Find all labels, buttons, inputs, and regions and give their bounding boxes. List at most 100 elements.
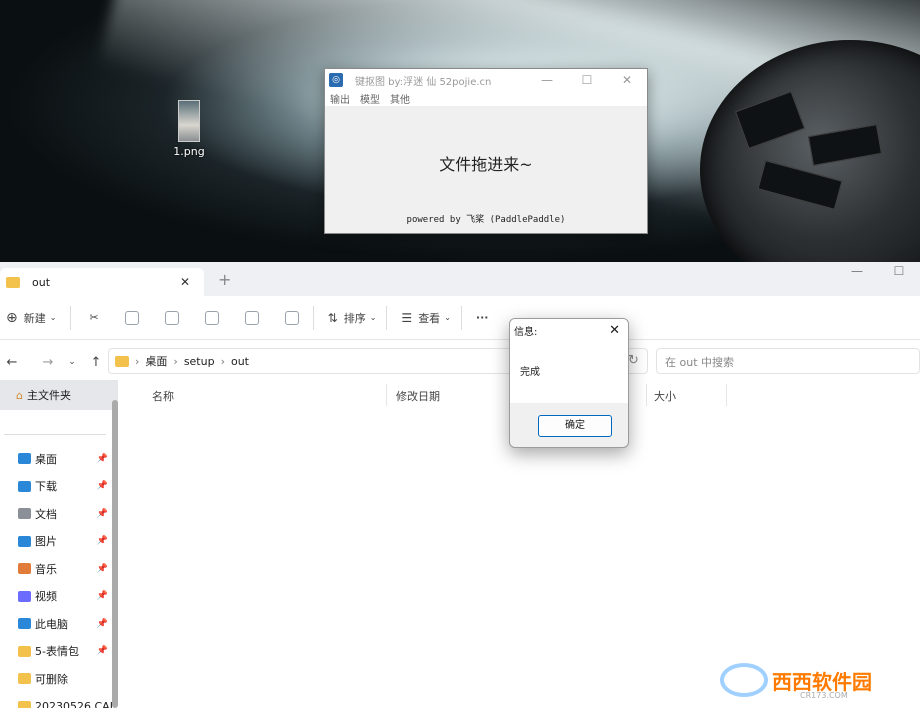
pin-icon[interactable]: 📌 bbox=[97, 481, 108, 491]
column-name[interactable]: 名称 bbox=[152, 388, 174, 404]
folder-icon bbox=[6, 276, 20, 288]
chevron-right-icon: › bbox=[135, 354, 140, 368]
view-label: 查看 bbox=[418, 311, 441, 325]
document-icon bbox=[18, 508, 31, 520]
close-icon[interactable]: ✕ bbox=[607, 73, 647, 87]
sidebar-item-label: 视频 bbox=[35, 590, 57, 604]
cutout-app-window[interactable]: ◎ 键抠图 by:浮迷 仙 52pojie.cn — ☐ ✕ 输出 模型 其他 … bbox=[324, 68, 648, 234]
breadcrumb-desktop[interactable]: 桌面 bbox=[145, 353, 167, 369]
sidebar-item-label: 桌面 bbox=[35, 452, 57, 466]
sidebar-item[interactable]: 可删除 bbox=[0, 665, 118, 693]
sidebar-item-label: 下载 bbox=[35, 480, 57, 494]
sidebar-item[interactable]: 此电脑 📌 bbox=[0, 610, 118, 638]
sort-button[interactable]: ⇅ 排序 ⌄ bbox=[328, 310, 377, 326]
menu-model[interactable]: 模型 bbox=[360, 91, 380, 106]
sidebar-item[interactable]: 5-表情包 📌 bbox=[0, 638, 118, 666]
sort-icon: ⇅ bbox=[327, 310, 338, 325]
pin-icon[interactable]: 📌 bbox=[97, 536, 108, 546]
tab-out[interactable]: out ✕ bbox=[0, 268, 204, 296]
divider bbox=[386, 305, 388, 330]
music-icon bbox=[18, 563, 31, 575]
sidebar-item-home[interactable]: ⌂ 主文件夹 bbox=[0, 380, 118, 410]
cut-icon[interactable]: ✂ bbox=[89, 311, 98, 324]
pin-icon[interactable]: 📌 bbox=[97, 509, 108, 519]
sort-label: 排序 bbox=[343, 311, 366, 325]
view-button[interactable]: ☰ 查看 ⌄ bbox=[401, 310, 450, 326]
sidebar-item[interactable]: 文档 📌 bbox=[0, 500, 118, 528]
dialog-titlebar[interactable]: 信息: ✕ bbox=[510, 319, 628, 341]
info-dialog[interactable]: 信息: ✕ 完成 确定 bbox=[509, 318, 629, 448]
chevron-down-icon: ⌄ bbox=[444, 313, 451, 322]
divider bbox=[4, 434, 106, 435]
pin-icon[interactable]: 📌 bbox=[97, 564, 108, 574]
home-icon: ⌂ bbox=[16, 388, 23, 402]
share-icon[interactable] bbox=[244, 310, 259, 325]
sidebar-item-label: 5-表情包 bbox=[35, 645, 79, 659]
search-input[interactable]: 在 out 中搜索 bbox=[656, 348, 920, 374]
forward-arrow-icon[interactable]: → bbox=[36, 355, 60, 370]
chevron-down-icon: ⌄ bbox=[369, 313, 377, 322]
column-modified[interactable]: 修改日期 bbox=[396, 388, 440, 404]
up-arrow-icon[interactable]: ↑ bbox=[84, 355, 108, 370]
sidebar-item[interactable]: 图片 📌 bbox=[0, 528, 118, 556]
pin-icon[interactable]: 📌 bbox=[97, 454, 108, 464]
copy-icon[interactable] bbox=[124, 310, 139, 325]
sidebar-item[interactable]: 音乐 📌 bbox=[0, 555, 118, 583]
sidebar-item-label: 文档 bbox=[35, 507, 57, 521]
back-arrow-icon[interactable]: ← bbox=[0, 355, 24, 370]
tab-label: out bbox=[32, 275, 51, 289]
paste-icon[interactable] bbox=[164, 310, 179, 325]
sidebar-scrollbar[interactable] bbox=[112, 400, 118, 708]
close-icon[interactable]: ✕ bbox=[609, 323, 620, 338]
close-tab-icon[interactable]: ✕ bbox=[180, 275, 190, 289]
tab-bar: out ✕ + — ☐ bbox=[0, 262, 920, 296]
divider bbox=[460, 305, 462, 330]
column-divider bbox=[726, 384, 727, 406]
menu-output[interactable]: 输出 bbox=[330, 91, 350, 106]
recent-chevron-icon[interactable]: ⌄ bbox=[60, 357, 84, 367]
folder-icon bbox=[18, 645, 31, 657]
minimize-icon[interactable]: — bbox=[527, 73, 567, 87]
maximize-icon[interactable]: ☐ bbox=[878, 262, 920, 282]
app-titlebar[interactable]: ◎ 键抠图 by:浮迷 仙 52pojie.cn — ☐ ✕ bbox=[325, 69, 647, 91]
app-menubar: 输出 模型 其他 bbox=[325, 91, 647, 107]
pin-icon[interactable]: 📌 bbox=[97, 646, 108, 656]
dialog-message: 完成 bbox=[520, 367, 540, 378]
chevron-down-icon: ⌄ bbox=[49, 313, 57, 322]
minimize-icon[interactable]: — bbox=[836, 262, 878, 282]
breadcrumb-setup[interactable]: setup bbox=[184, 355, 215, 368]
sidebar-item-label: 音乐 bbox=[35, 562, 57, 576]
sidebar-item-label: 可删除 bbox=[35, 672, 68, 686]
refresh-icon[interactable]: ↻ bbox=[628, 353, 639, 368]
download-icon bbox=[18, 480, 31, 492]
sidebar-item[interactable]: 视频 📌 bbox=[0, 583, 118, 611]
pictures-icon bbox=[18, 535, 31, 547]
powered-by-text: powered by 飞桨 (PaddlePaddle) bbox=[406, 215, 566, 225]
watermark-logo-icon bbox=[720, 663, 768, 697]
breadcrumb-out[interactable]: out bbox=[231, 355, 249, 368]
column-size[interactable]: 大小 bbox=[654, 388, 676, 404]
sidebar-item[interactable]: 下载 📌 bbox=[0, 473, 118, 501]
sidebar-item[interactable]: 20230526 CAI bbox=[0, 693, 118, 708]
watermark-sub: CR173.COM bbox=[800, 691, 848, 700]
menu-other[interactable]: 其他 bbox=[390, 91, 410, 106]
more-options-icon[interactable]: ··· bbox=[476, 311, 489, 324]
rename-icon[interactable] bbox=[204, 310, 219, 325]
new-label: 新建 bbox=[23, 311, 46, 325]
ok-button[interactable]: 确定 bbox=[538, 415, 612, 437]
sidebar-item-label: 图片 bbox=[35, 535, 57, 549]
new-button[interactable]: ⊕ 新建 ⌄ bbox=[6, 310, 56, 326]
drop-zone-text[interactable]: 文件拖进来~ bbox=[325, 151, 647, 175]
pin-icon[interactable]: 📌 bbox=[97, 619, 108, 629]
column-divider bbox=[386, 384, 387, 406]
maximize-icon[interactable]: ☐ bbox=[567, 73, 607, 87]
delete-icon[interactable] bbox=[284, 310, 299, 325]
sidebar-item-label: 20230526 CAI bbox=[35, 699, 113, 708]
sidebar-item[interactable]: 桌面 📌 bbox=[0, 445, 118, 473]
dialog-title: 信息: bbox=[514, 326, 538, 338]
pin-icon[interactable]: 📌 bbox=[97, 591, 108, 601]
new-tab-icon[interactable]: + bbox=[218, 270, 231, 289]
desktop-file-icon[interactable]: 1.png bbox=[168, 100, 210, 158]
address-row: ← → ⌄ ↑ › 桌面 › setup › out ↻ 在 out 中搜索 bbox=[0, 346, 920, 378]
folder-icon bbox=[115, 355, 129, 367]
